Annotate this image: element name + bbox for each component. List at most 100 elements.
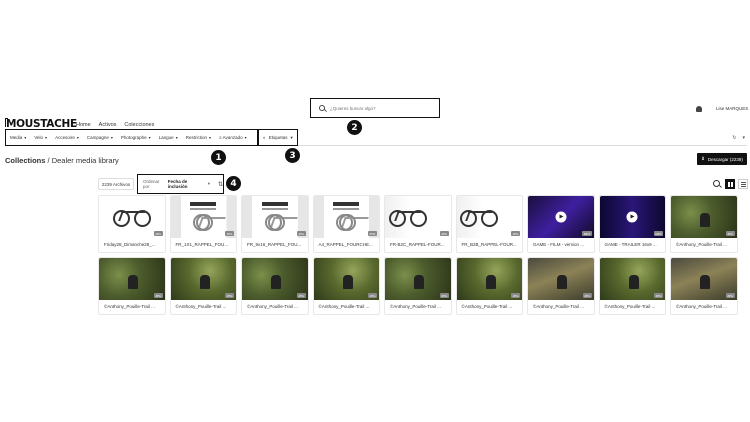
asset-card[interactable]: JPG FR_B2B_RAPPEL-FOUR... [455,195,523,253]
refresh-icon[interactable]: ↻ [732,135,736,141]
asset-thumbnail[interactable]: JPG [99,258,165,300]
filter-restriction[interactable]: Restriction ▾ [186,135,211,140]
download-button[interactable]: ⬇ Descargar (2239) [697,153,747,165]
asset-thumbnail[interactable]: MP4 [528,196,594,238]
asset-card[interactable]: JPG ©Anthony_Pouille-Trail ... [98,257,166,315]
asset-thumbnail[interactable]: JPG [170,196,236,238]
file-type-badge: JPG [725,231,735,236]
asset-title[interactable]: ©Anthony_Pouille-Trail ... [171,300,237,309]
play-icon[interactable] [626,211,638,223]
filter-campagne[interactable]: Campagne ▾ [87,135,113,140]
sort-direction-icon[interactable]: ⇅ [218,181,223,188]
caret-down-icon: ▾ [207,181,210,186]
asset-title[interactable]: FR-B2C_RAPPEL-FOUR... [385,238,451,247]
asset-thumbnail[interactable]: MP4 [599,196,665,238]
asset-thumbnail[interactable]: JPG [99,196,165,238]
asset-title[interactable]: ©Anthony_Pouille-Trail ... [242,300,308,309]
asset-title[interactable]: GAME - FILM - version ... [528,238,594,247]
list-view-icon[interactable] [738,179,748,189]
filter-avanzado[interactable]: ≡ Avanzado ▾ [219,135,247,140]
tag-icon: ◐ [263,135,266,140]
grid-view-icon[interactable] [725,179,735,189]
sort-dropdown[interactable]: Ordenar por Fecha de inclusión ▾ ⇅ [137,174,224,194]
asset-thumbnail[interactable]: JPG [671,196,737,238]
asset-card[interactable]: JPG ©Anthony_Pouille-Trail ... [670,195,738,253]
download-label: Descargar (2239) [707,156,743,162]
nav-activos[interactable]: Activos [99,122,117,128]
asset-title[interactable]: Friday28_Dimanche28_... [99,238,165,247]
caret-down-icon: ▾ [24,135,27,140]
asset-thumbnail[interactable]: JPG [385,258,451,300]
top-nav: Home Activos Colecciones [76,122,154,128]
asset-card[interactable]: JPG ©Anthony_Pouille-Trail ... [312,257,380,315]
bell-icon[interactable] [696,106,702,112]
search-input[interactable] [330,105,425,111]
filter-langue[interactable]: Langue ▾ [159,135,178,140]
asset-title[interactable]: ©Anthony_Pouille-Trail ... [385,300,451,309]
filter-media[interactable]: Media ▾ [10,135,26,140]
asset-thumbnail[interactable]: JPG [456,196,522,238]
play-icon[interactable] [555,211,567,223]
asset-title[interactable]: ©Anthony_Pouille-Trail ... [457,300,523,309]
nav-home[interactable]: Home [76,122,91,128]
asset-card[interactable]: JPG ©Anthony_Pouille-Trail ... [598,257,666,315]
asset-card[interactable]: JPG ©Anthony_Pouille-Trail ... [169,257,237,315]
file-type-badge: MP4 [582,231,592,236]
poster-subheading [190,208,217,210]
bike-image [388,207,428,227]
asset-thumbnail[interactable]: JPG [313,258,379,300]
asset-card[interactable]: JPG ©Anthony_Pouille-Trail ... [384,257,452,315]
filter-photographe[interactable]: Photographe ▾ [121,135,151,140]
rider-image [557,274,568,289]
asset-title[interactable]: ©Anthony_Pouille-Trail ... [528,300,594,309]
asset-title[interactable]: FR_1X1_RAPPEL_FOURC... [171,238,237,247]
asset-thumbnail[interactable]: JPG [385,196,451,238]
asset-title[interactable]: ©Anthony_Pouille-Trail ... [314,300,380,309]
caret-down-icon: ▾ [45,135,48,140]
asset-card[interactable]: JPG ©Anthony_Pouille-Trail ... [241,257,309,315]
filter-velo[interactable]: Velo ▾ [34,135,47,140]
asset-thumbnail[interactable]: JPG [456,258,522,300]
asset-card[interactable]: JPG ©Anthony_Pouille-Trail ... [527,257,595,315]
asset-card[interactable]: JPG ©Anthony_Pouille-Trail ... [455,257,523,315]
sort-value: Fecha de inclusión [167,179,188,189]
asset-card[interactable]: JPG FR_1X1_RAPPEL_FOURC... [169,195,237,253]
asset-title[interactable]: A4_RAPPEL_FOURCHE... [314,238,380,247]
asset-card[interactable]: JPG FR-B2C_RAPPEL-FOUR... [384,195,452,253]
asset-thumbnail[interactable]: JPG [242,196,308,238]
asset-title[interactable]: FR_B2B_RAPPEL-FOUR... [457,238,523,247]
asset-card[interactable]: JPG FR_9x16_RAPPEL_FOU... [241,195,309,253]
poster-subheading [333,208,360,210]
nav-colecciones[interactable]: Colecciones [124,122,154,128]
asset-card[interactable]: JPG ©Anthony_Pouille-Trail ... [670,257,738,315]
asset-title[interactable]: GAME - TRAILER 16x9 ... [600,238,666,247]
asset-thumbnail[interactable]: PDF [313,196,379,238]
asset-thumbnail[interactable]: JPG [170,258,236,300]
bike-image [112,207,152,227]
asset-thumbnail[interactable]: JPG [242,258,308,300]
asset-card[interactable]: PDF A4_RAPPEL_FOURCHE... [312,195,380,253]
asset-title[interactable]: ©Anthony_Pouille-Trail ... [671,300,737,309]
search-box[interactable] [310,98,440,118]
tags-filter[interactable]: ◐ Etiquetas ▾ [258,129,298,146]
asset-thumbnail[interactable]: JPG [528,258,594,300]
asset-card[interactable]: MP4 GAME - TRAILER 16x9 ... [598,195,666,253]
breadcrumb-collections[interactable]: Collections [5,156,45,165]
asset-card[interactable]: JPG Friday28_Dimanche28_... [98,195,166,253]
user-name[interactable]: Lise MARQUES [716,106,748,111]
filter-label: Media [10,135,23,140]
asset-title[interactable]: ©Anthony_Pouille-Trail ... [600,300,666,309]
asset-thumbnail[interactable]: JPG [671,258,737,300]
filter-accesoire[interactable]: Accesoire ▾ [55,135,79,140]
bar-right-actions: ↻ ▾ [732,135,745,141]
file-type-badge: JPG [296,293,306,298]
asset-card[interactable]: MP4 GAME - FILM - version ... [527,195,595,253]
asset-thumbnail[interactable]: JPG [599,258,665,300]
asset-title[interactable]: FR_9x16_RAPPEL_FOU... [242,238,308,247]
search-icon[interactable] [713,179,722,189]
rider-image [128,274,139,289]
asset-title[interactable]: ©Anthony_Pouille-Trail ... [99,300,165,309]
rider-image [700,274,711,289]
chevron-down-icon[interactable]: ▾ [742,135,745,141]
asset-title[interactable]: ©Anthony_Pouille-Trail ... [671,238,737,247]
